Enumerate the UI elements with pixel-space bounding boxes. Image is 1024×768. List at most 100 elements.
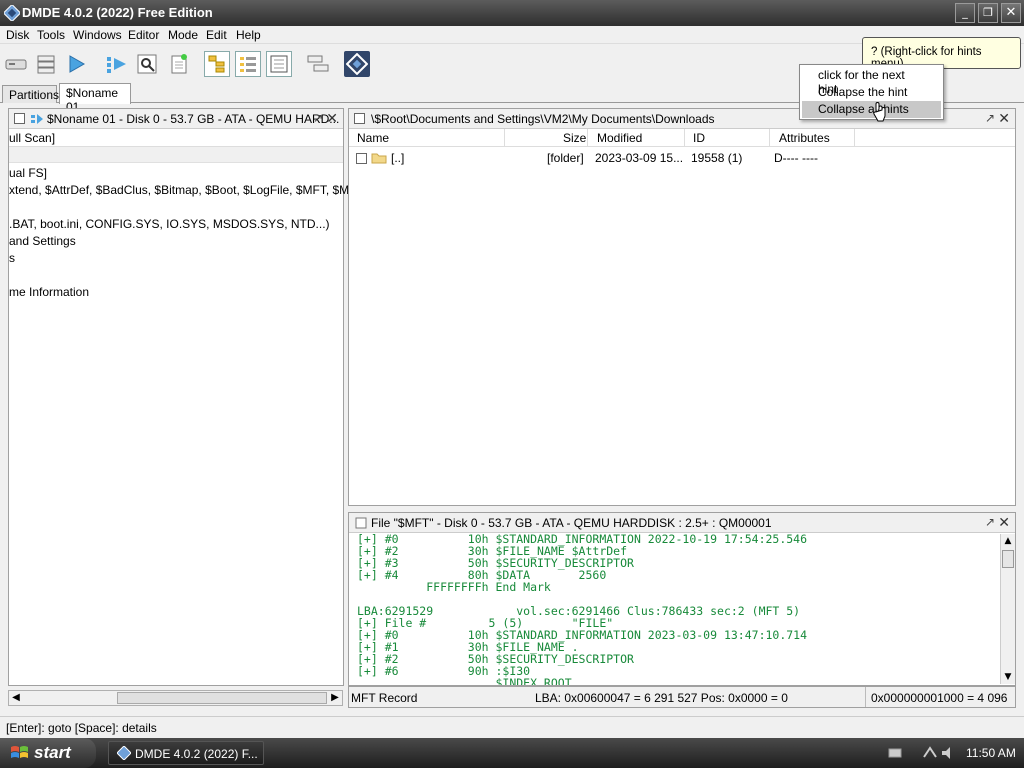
file-modified: 2023-03-09 15... (595, 151, 684, 165)
mft-line[interactable]: [+] #6 90h :$I30 (357, 665, 530, 677)
panel-checkbox[interactable] (14, 113, 25, 124)
taskbar: start DMDE 4.0.2 (2022) F... 11:50 AM (0, 738, 1024, 768)
row-checkbox[interactable] (356, 153, 367, 164)
menu-edit[interactable]: Edit (206, 28, 227, 42)
maximize-panel-icon[interactable]: ↗ (985, 515, 995, 529)
files-column-header: Name Size Modified ID Attributes (349, 129, 1015, 147)
scroll-left-icon[interactable]: ◀ (9, 691, 23, 705)
scan-icon[interactable] (104, 51, 130, 77)
dmde-logo-button-icon[interactable] (344, 51, 370, 77)
disk-icon[interactable] (3, 51, 29, 77)
app-window: DMDE 4.0.2 (2022) Free Edition _ ❐ ✕ Dis… (0, 0, 1024, 738)
dmde-task-icon (117, 746, 131, 760)
mft-panel-header: File "$MFT" - Disk 0 - 53.7 GB - ATA - Q… (349, 513, 1015, 533)
search-icon[interactable] (134, 51, 160, 77)
table-row[interactable]: [..] [folder] 2023-03-09 15... 19558 (1)… (349, 149, 1015, 167)
hints-context-menu: click for the next hint Collapse the hin… (799, 64, 944, 120)
scroll-thumb[interactable] (1002, 550, 1014, 568)
scroll-right-icon[interactable]: ▶ (328, 691, 342, 705)
mft-panel: File "$MFT" - Disk 0 - 53.7 GB - ATA - Q… (348, 512, 1016, 686)
file-record-icon (355, 517, 367, 529)
minimize-button[interactable]: _ (955, 3, 975, 23)
mft-line[interactable]: $INDEX_ROOT (357, 677, 571, 685)
scan-label: ull Scan] (9, 131, 56, 145)
play-icon[interactable] (63, 51, 89, 77)
col-attributes[interactable]: Attributes (779, 131, 830, 145)
taskbar-item-dmde[interactable]: DMDE 4.0.2 (2022) F... (108, 741, 264, 765)
col-name[interactable]: Name (357, 131, 389, 145)
mouse-cursor-icon (873, 102, 886, 122)
maximize-button[interactable]: ❐ (978, 3, 998, 23)
col-modified[interactable]: Modified (597, 131, 642, 145)
hint-bar: [Enter]: goto [Space]: details (0, 716, 1024, 738)
volume-tree-panel: $Noname 01 - Disk 0 - 53.7 GB - ATA - QE… (8, 108, 386, 686)
maximize-panel-icon[interactable]: ↗ (313, 111, 323, 125)
menu-windows[interactable]: Windows (73, 28, 122, 42)
scroll-thumb[interactable] (117, 692, 327, 704)
tree-item[interactable]: ual FS] (9, 166, 47, 180)
close-panel-icon[interactable]: ✕ (326, 110, 338, 127)
system-tray: 11:50 AM (882, 738, 1024, 768)
volume-icon (31, 114, 43, 124)
scan-row[interactable]: ull Scan] (9, 129, 343, 147)
window-title: DMDE 4.0.2 (2022) Free Edition (22, 5, 213, 20)
start-button[interactable]: start (0, 738, 96, 768)
tab-noname[interactable]: $Noname 01 (59, 83, 131, 114)
volume-icon[interactable] (940, 745, 954, 761)
mft-status-bar: MFT Record LBA: 0x00600047 = 6 291 527 P… (348, 686, 1016, 708)
keyboard-icon[interactable] (888, 747, 902, 759)
volume-panel-header: $Noname 01 - Disk 0 - 53.7 GB - ATA - QE… (9, 109, 343, 129)
files-panel: \$Root\Documents and Settings\VM2\My Doc… (348, 108, 1016, 506)
offset-value: 0x000000001000 = 4 096 (871, 691, 1008, 705)
mft-line[interactable]: FFFFFFFFh End Mark (357, 581, 551, 593)
vertical-scrollbar[interactable]: ▲ ▼ (1000, 534, 1015, 684)
file-id: 19558 (1) (691, 151, 743, 165)
tree-item[interactable]: s (9, 251, 15, 265)
mft-panel-title: File "$MFT" - Disk 0 - 53.7 GB - ATA - Q… (371, 516, 772, 530)
volume-panel-title: $Noname 01 - Disk 0 - 53.7 GB - ATA - QE… (47, 112, 340, 126)
tab-partitions[interactable]: Partitions (2, 85, 59, 103)
partitions-icon[interactable] (33, 51, 59, 77)
tree-item[interactable]: and Settings (9, 234, 76, 248)
panel-checkbox[interactable] (354, 113, 365, 124)
windows-logo-icon (11, 746, 28, 758)
tree-item[interactable]: me Information (9, 285, 89, 299)
menu-mode[interactable]: Mode (168, 28, 198, 42)
col-id[interactable]: ID (693, 131, 705, 145)
close-panel-icon[interactable]: ✕ (998, 110, 1010, 127)
menu-help[interactable]: Help (236, 28, 261, 42)
files-path: \$Root\Documents and Settings\VM2\My Doc… (371, 112, 715, 126)
menu-disk[interactable]: Disk (6, 28, 29, 42)
tree-view-icon[interactable] (204, 51, 230, 77)
sector-view-icon[interactable] (266, 51, 292, 77)
folder-icon (371, 153, 387, 164)
file-name: [..] (391, 151, 405, 165)
col-size[interactable]: Size (563, 131, 586, 145)
menu-item-next-hint[interactable]: click for the next hint (802, 67, 941, 96)
tree-item[interactable]: .BAT, boot.ini, CONFIG.SYS, IO.SYS, MSDO… (9, 217, 330, 231)
new-file-icon[interactable] (166, 51, 192, 77)
keyboard-hints: [Enter]: goto [Space]: details (6, 721, 157, 735)
scroll-up-icon[interactable]: ▲ (1001, 534, 1015, 548)
windows-layout-icon[interactable] (305, 51, 331, 77)
clock: 11:50 AM (966, 746, 1016, 760)
horizontal-scrollbar[interactable]: ◀ ▶ (8, 690, 343, 706)
close-button[interactable]: ✕ (1001, 3, 1021, 23)
list-view-icon[interactable] (235, 51, 261, 77)
tree-section-bar (9, 147, 343, 163)
menu-editor[interactable]: Editor (128, 28, 159, 42)
lba-position: LBA: 0x00600047 = 6 291 527 Pos: 0x0000 … (535, 691, 788, 705)
menu-item-collapse-all-hints[interactable]: Collapse all hints (802, 101, 941, 118)
file-size: [folder] (547, 151, 584, 165)
network-icon[interactable] (922, 745, 938, 761)
maximize-panel-icon[interactable]: ↗ (985, 111, 995, 125)
tree-item[interactable]: xtend, $AttrDef, $BadClus, $Bitmap, $Boo… (9, 183, 386, 197)
close-panel-icon[interactable]: ✕ (998, 514, 1010, 531)
menu-item-collapse-hint[interactable]: Collapse the hint (802, 84, 941, 101)
title-bar[interactable]: DMDE 4.0.2 (2022) Free Edition _ ❐ ✕ (0, 0, 1024, 26)
menu-tools[interactable]: Tools (37, 28, 65, 42)
dmde-logo-icon (4, 5, 20, 21)
record-type: MFT Record (351, 691, 418, 705)
taskbar-item-label: DMDE 4.0.2 (2022) F... (135, 747, 258, 761)
scroll-down-icon[interactable]: ▼ (1001, 670, 1015, 684)
